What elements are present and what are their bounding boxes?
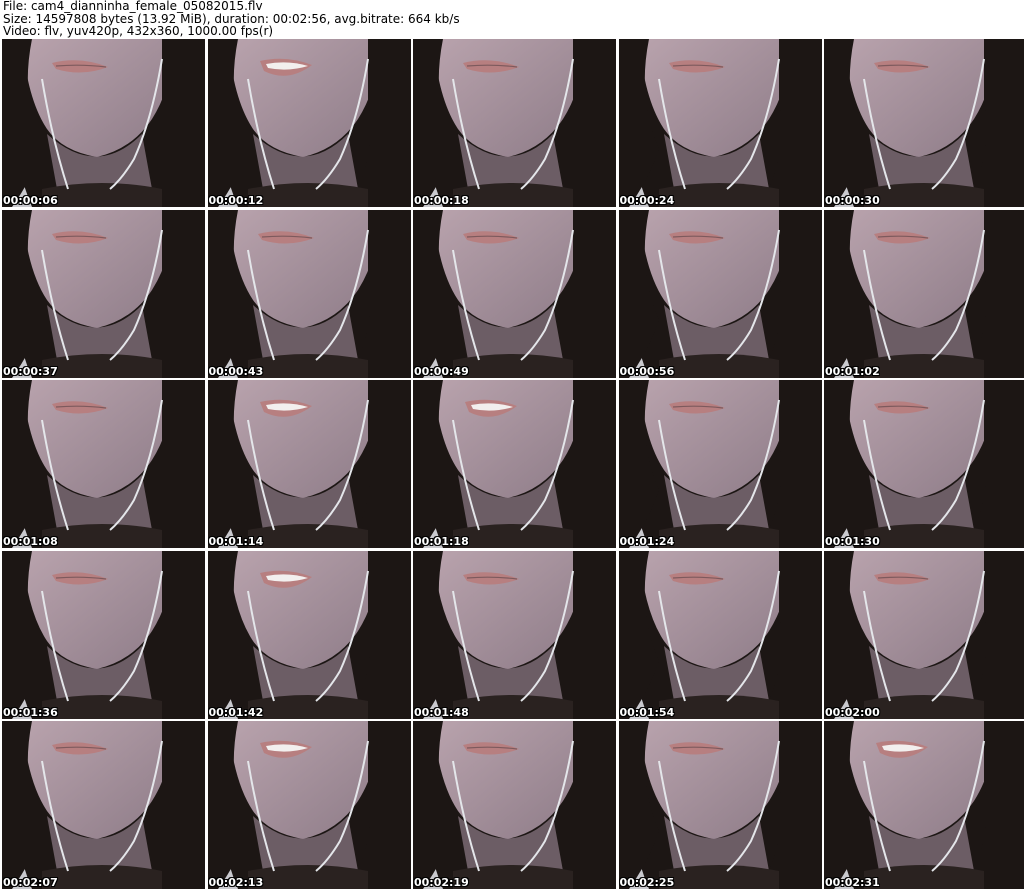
frame-timestamp: 00:00:56	[619, 364, 675, 378]
video-frame-thumbnail: 00:00:12	[207, 39, 411, 207]
frame-timestamp: 00:00:24	[619, 194, 675, 207]
frame-timestamp: 00:01:42	[208, 705, 264, 719]
frame-image	[618, 39, 822, 207]
frame-image	[2, 721, 205, 889]
frame-timestamp: 00:00:06	[3, 194, 58, 207]
frame-image	[2, 209, 205, 378]
frame-image	[618, 209, 822, 378]
video-frame-thumbnail: 00:01:42	[207, 550, 411, 719]
video-frame-thumbnail: 00:00:18	[413, 39, 616, 207]
video-frame-thumbnail: 00:00:49	[413, 209, 616, 378]
video-frame-thumbnail: 00:00:30	[824, 39, 1024, 207]
frame-timestamp: 00:01:36	[3, 705, 58, 719]
frame-timestamp: 00:01:54	[619, 705, 675, 719]
video-frame-thumbnail: 00:00:56	[618, 209, 822, 378]
frame-image	[824, 39, 1024, 207]
video-frame-thumbnail: 00:01:36	[2, 550, 205, 719]
thumbnail-grid: 00:00:06 00:00:12 00:00:18 00:00:24 00:00:30…	[2, 39, 1024, 889]
video-frame-thumbnail: 00:02:31	[824, 721, 1024, 889]
frame-image	[413, 550, 616, 719]
frame-timestamp: 00:00:30	[825, 194, 880, 207]
frame-image	[618, 721, 822, 889]
frame-timestamp: 00:01:24	[619, 535, 675, 548]
frame-timestamp: 00:01:14	[208, 535, 264, 548]
info-header: File: cam4_dianninha_female_05082015.flv…	[3, 0, 1021, 38]
frame-timestamp: 00:00:49	[414, 364, 469, 378]
frame-image	[618, 550, 822, 719]
video-frame-thumbnail: 00:01:54	[618, 550, 822, 719]
frame-timestamp: 00:02:31	[825, 876, 880, 889]
video-frame-thumbnail: 00:01:18	[413, 380, 616, 548]
file-name-line: File: cam4_dianninha_female_05082015.flv	[3, 0, 263, 13]
frame-image	[824, 209, 1024, 378]
video-frame-thumbnail: 00:01:02	[824, 209, 1024, 378]
frame-timestamp: 00:02:00	[825, 705, 880, 719]
frame-image	[2, 550, 205, 719]
video-frame-thumbnail: 00:02:07	[2, 721, 205, 889]
video-frame-thumbnail: 00:01:24	[618, 380, 822, 548]
frame-timestamp: 00:01:48	[414, 705, 469, 719]
frame-timestamp: 00:01:08	[3, 535, 58, 548]
frame-image	[824, 550, 1024, 719]
frame-image	[413, 209, 616, 378]
video-frame-thumbnail: 00:00:43	[207, 209, 411, 378]
frame-timestamp: 00:00:18	[414, 194, 469, 207]
video-frame-thumbnail: 00:00:06	[2, 39, 205, 207]
frame-image	[2, 380, 205, 548]
video-frame-thumbnail: 00:00:37	[2, 209, 205, 378]
frame-timestamp: 00:01:30	[825, 535, 880, 548]
frame-image	[207, 550, 411, 719]
video-frame-thumbnail: 00:01:14	[207, 380, 411, 548]
frame-timestamp: 00:01:02	[825, 364, 880, 378]
frame-image	[207, 721, 411, 889]
video-frame-thumbnail: 00:02:19	[413, 721, 616, 889]
frame-timestamp: 00:02:19	[414, 876, 469, 889]
frame-image	[207, 380, 411, 548]
video-frame-thumbnail: 00:02:00	[824, 550, 1024, 719]
frame-timestamp: 00:00:37	[3, 364, 58, 378]
frame-timestamp: 00:00:43	[208, 364, 264, 378]
frame-timestamp: 00:02:25	[619, 876, 675, 889]
frame-image	[207, 39, 411, 207]
frame-image	[824, 721, 1024, 889]
video-frame-thumbnail: 00:02:25	[618, 721, 822, 889]
frame-image	[413, 39, 616, 207]
frame-image	[413, 380, 616, 548]
video-info-line: Video: flv, yuv420p, 432x360, 1000.00 fp…	[3, 24, 274, 38]
frame-image	[413, 721, 616, 889]
frame-timestamp: 00:00:12	[208, 194, 264, 207]
video-frame-thumbnail: 00:02:13	[207, 721, 411, 889]
frame-timestamp: 00:02:07	[3, 876, 58, 889]
frame-image	[207, 209, 411, 378]
video-frame-thumbnail: 00:01:48	[413, 550, 616, 719]
frame-timestamp: 00:01:18	[414, 535, 469, 548]
video-frame-thumbnail: 00:01:30	[824, 380, 1024, 548]
frame-image	[2, 39, 205, 207]
video-frame-thumbnail: 00:00:24	[618, 39, 822, 207]
frame-image	[824, 380, 1024, 548]
video-frame-thumbnail: 00:01:08	[2, 380, 205, 548]
frame-timestamp: 00:02:13	[208, 876, 264, 889]
frame-image	[618, 380, 822, 548]
